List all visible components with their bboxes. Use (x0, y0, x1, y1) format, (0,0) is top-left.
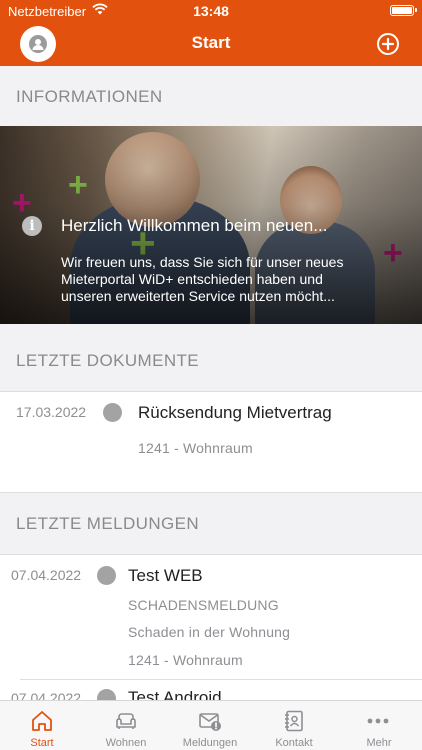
home-icon (32, 711, 52, 731)
message-unit: 1241 - Wohnraum (128, 652, 243, 668)
message-description: Schaden in der Wohnung (128, 624, 291, 640)
message-title: Test WEB (128, 566, 203, 585)
message-category: SCHADENSMELDUNG (128, 597, 279, 613)
section-header-meldungen: LETZTE MELDUNGEN (16, 514, 200, 533)
status-dot-icon (97, 689, 116, 700)
contacts-book-icon (285, 710, 303, 732)
document-title: Rücksendung Mietvertrag (138, 403, 332, 422)
tab-label: Kontakt (275, 737, 313, 749)
news-title: Herzlich Willkommen beim neuen... (61, 216, 328, 235)
info-icon: i (22, 216, 42, 236)
news-teaser-card[interactable]: + + + + i Herzlich Willkommen beim neuen… (0, 126, 422, 324)
message-row[interactable]: 07.04.2022 Test Android (0, 680, 422, 700)
section-header-dokumente: LETZTE DOKUMENTE (16, 351, 200, 370)
clock: 13:48 (193, 3, 229, 19)
tab-bar: Start Wohnen Meldungen Kontakt Mehr (0, 700, 422, 750)
tab-start[interactable]: Start (0, 701, 84, 750)
more-dots-icon (367, 718, 389, 724)
tab-kontakt[interactable]: Kontakt (252, 701, 336, 750)
messages-list: 07.04.2022 Test WEB SCHADENSMELDUNG Scha… (0, 554, 422, 700)
documents-list: 17.03.2022 Rücksendung Mietvertrag 1241 … (0, 391, 422, 493)
document-date: 17.03.2022 (16, 404, 87, 420)
tab-meldungen[interactable]: Meldungen (168, 701, 252, 750)
tab-label: Wohnen (105, 737, 147, 749)
add-button[interactable] (376, 32, 400, 56)
status-dot-icon (97, 566, 116, 585)
news-excerpt: Wir freuen uns, dass Sie sich für unser … (61, 254, 344, 304)
battery-icon (390, 5, 417, 16)
tab-mehr[interactable]: Mehr (336, 701, 422, 750)
message-row[interactable]: 07.04.2022 Test WEB SCHADENSMELDUNG Scha… (0, 555, 422, 683)
message-date: 07.04.2022 (11, 690, 82, 700)
tab-label: Start (30, 737, 54, 749)
tab-label: Mehr (366, 737, 392, 749)
document-subtitle: 1241 - Wohnraum (138, 440, 253, 456)
navigation-bar: Start (0, 22, 422, 66)
tab-label: Meldungen (182, 737, 238, 749)
message-date: 07.04.2022 (11, 567, 82, 583)
document-row[interactable]: 17.03.2022 Rücksendung Mietvertrag 1241 … (0, 392, 422, 492)
tab-wohnen[interactable]: Wohnen (84, 701, 168, 750)
status-bar: Netzbetreiber 13:48 (0, 0, 422, 22)
status-dot-icon (103, 403, 122, 422)
sofa-icon (116, 713, 136, 729)
mail-alert-icon (199, 713, 221, 731)
message-title: Test Android (128, 688, 222, 700)
plus-circle-icon (377, 33, 399, 55)
page-title: Start (191, 33, 231, 52)
section-header-informationen: INFORMATIONEN (16, 87, 163, 106)
